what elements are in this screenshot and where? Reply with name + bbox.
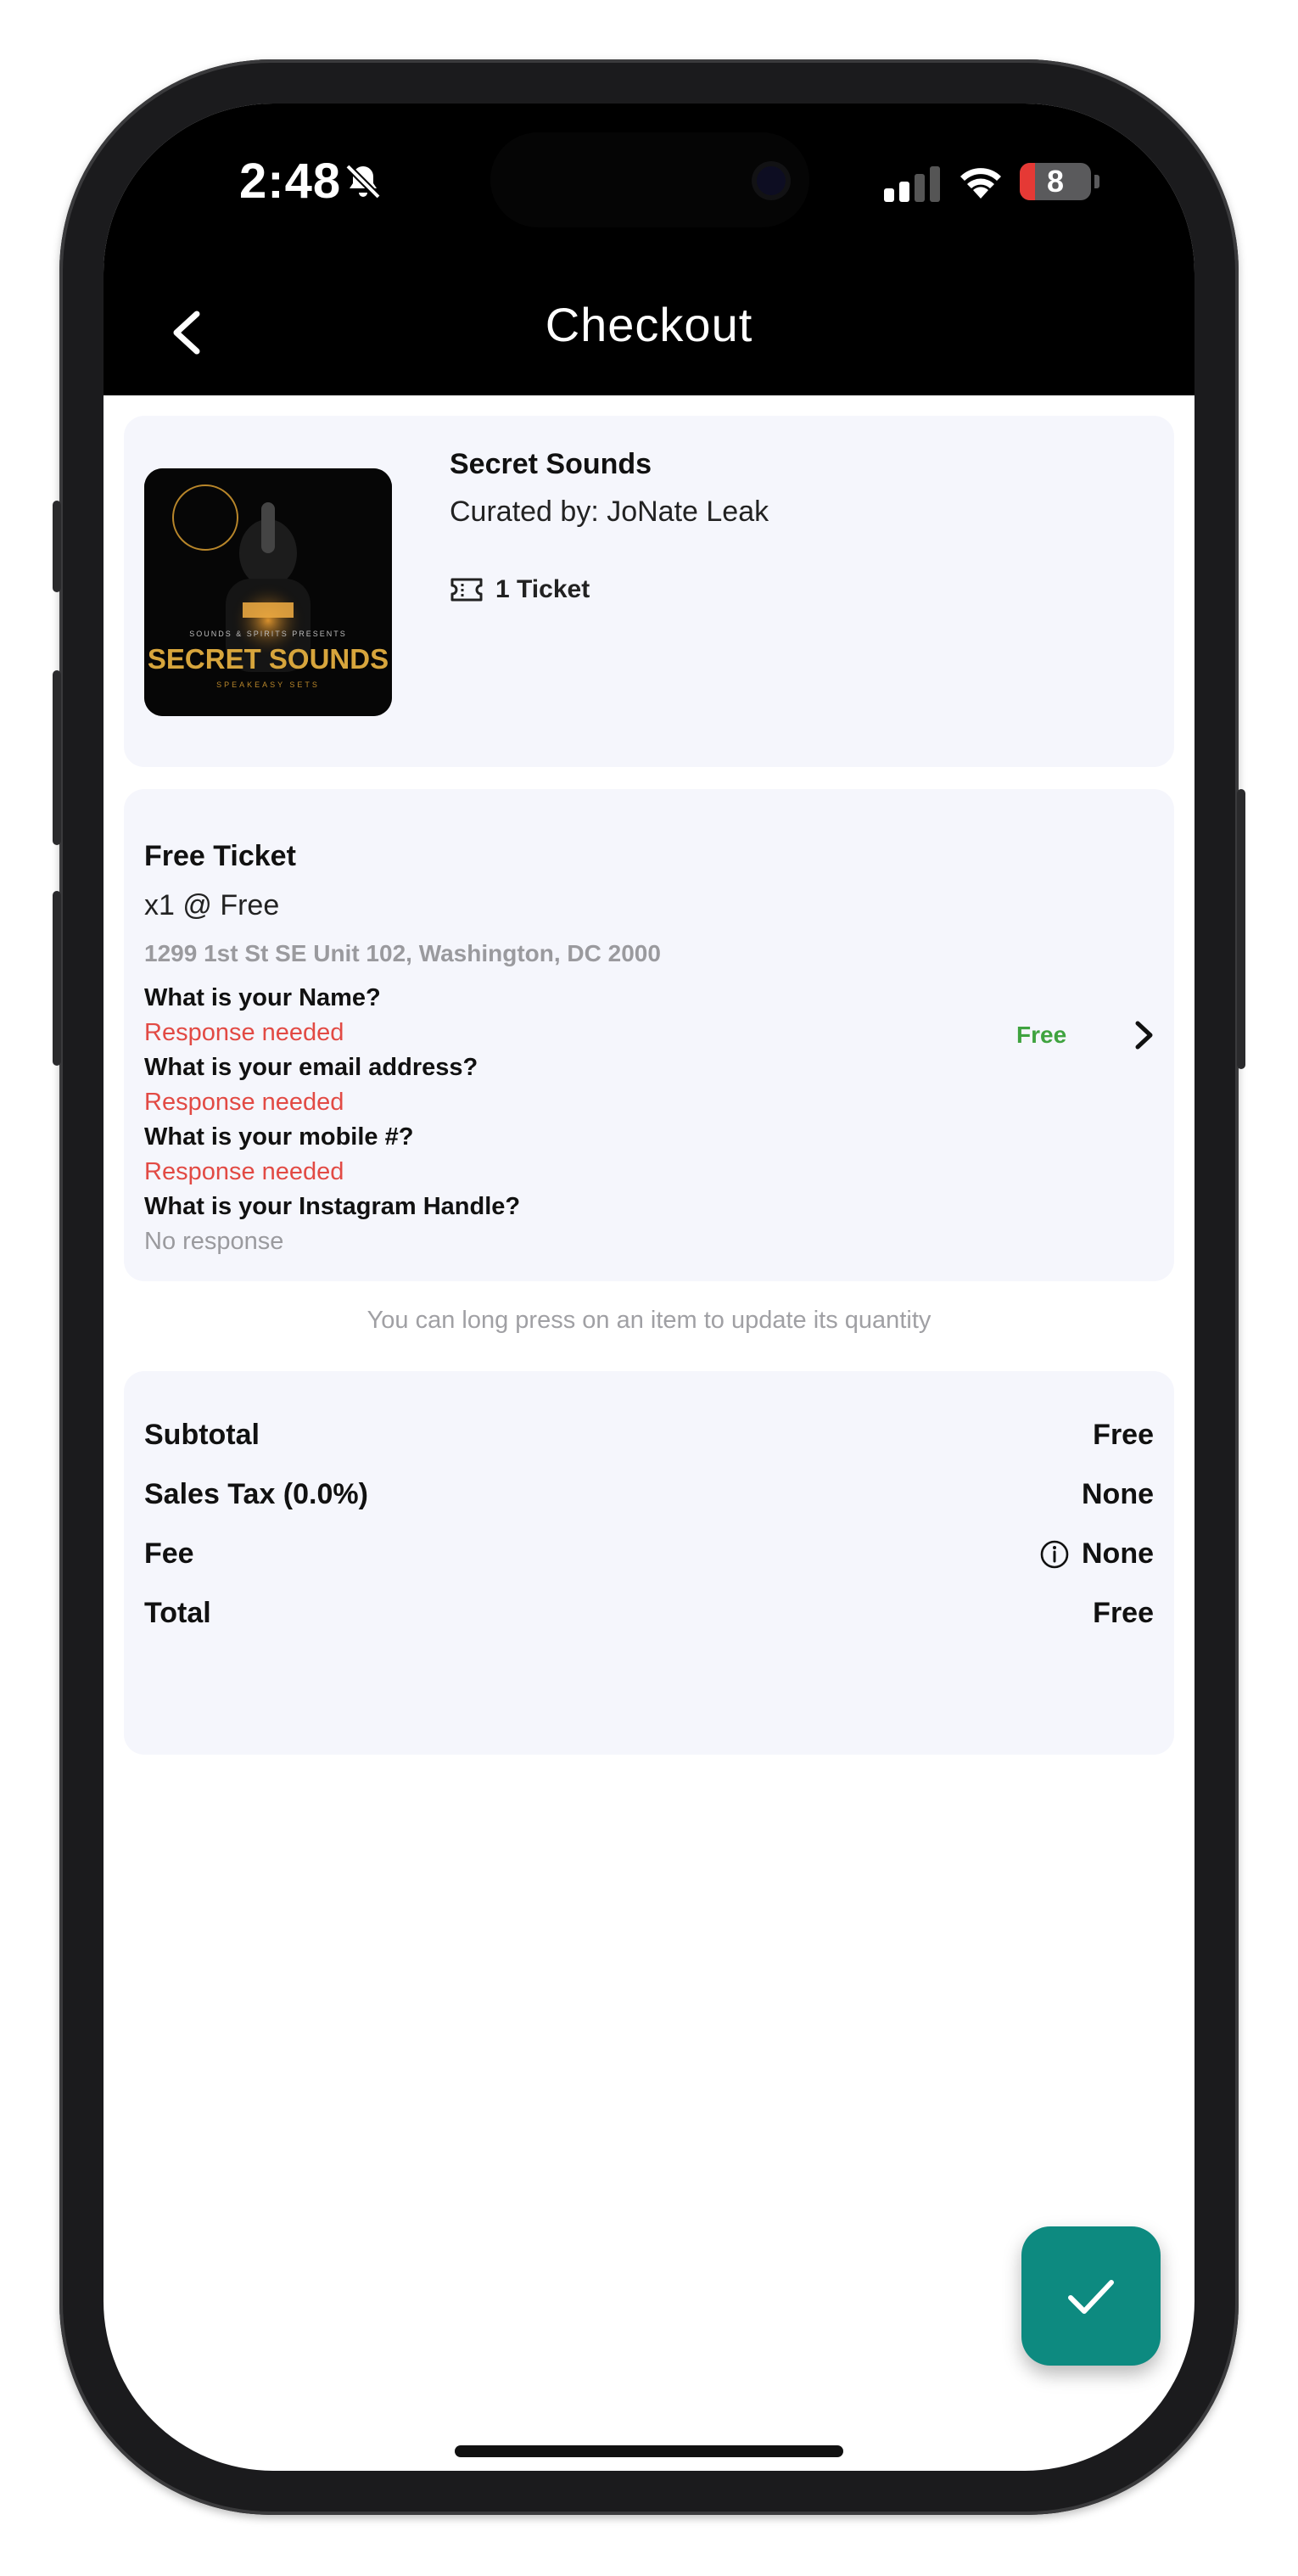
fee-value-group: None bbox=[1039, 1537, 1154, 1571]
summary-total: Total Free bbox=[144, 1597, 1154, 1630]
summary-subtotal: Subtotal Free bbox=[144, 1419, 1154, 1452]
event-card: SOUNDS & SPIRITS PRESENTS SECRET SOUNDS … bbox=[124, 416, 1174, 767]
cellular-signal-icon bbox=[884, 166, 940, 202]
event-curator: Curated by: JoNate Leak bbox=[450, 496, 769, 528]
artwork-presenter: SOUNDS & SPIRITS PRESENTS bbox=[189, 630, 347, 638]
ticket-address: 1299 1st St SE Unit 102, Washington, DC … bbox=[144, 940, 661, 966]
battery-tip bbox=[1094, 175, 1099, 188]
answer-email: Response needed bbox=[144, 1089, 344, 1116]
subtotal-value: Free bbox=[1093, 1419, 1154, 1451]
ticket-title: Free Ticket bbox=[144, 840, 296, 872]
screen: 2:48 8 Checkout SOUNDS & SPIRITS PRESENT… bbox=[104, 104, 1194, 2471]
ticket-details-button[interactable] bbox=[1127, 1018, 1161, 1056]
subtotal-label: Subtotal bbox=[144, 1419, 260, 1451]
bell-muted-icon bbox=[345, 164, 381, 199]
ticket-count-label: 1 Ticket bbox=[495, 575, 590, 603]
ticket-card[interactable]: Free Ticket x1 @ Free 1299 1st St SE Uni… bbox=[124, 789, 1174, 1281]
question-mobile: What is your mobile #? bbox=[144, 1123, 414, 1151]
total-value: Free bbox=[1093, 1597, 1154, 1629]
event-artwork: SOUNDS & SPIRITS PRESENTS SECRET SOUNDS … bbox=[144, 468, 392, 716]
summary-fee: Fee None bbox=[144, 1537, 1154, 1571]
answer-instagram: No response bbox=[144, 1228, 284, 1255]
check-icon bbox=[1068, 2280, 1114, 2314]
ticket-icon bbox=[450, 578, 483, 602]
battery-indicator: 8 bbox=[1020, 163, 1091, 200]
answer-mobile: Response needed bbox=[144, 1158, 344, 1185]
fee-label: Fee bbox=[144, 1537, 194, 1570]
chevron-right-icon bbox=[1135, 1021, 1153, 1050]
top-bar: 2:48 8 Checkout bbox=[104, 104, 1194, 395]
side-button-volume-down bbox=[53, 891, 61, 1066]
order-summary: Subtotal Free Sales Tax (0.0%) None Fee … bbox=[124, 1371, 1174, 1755]
total-label: Total bbox=[144, 1597, 211, 1629]
artwork-title: SECRET SOUNDS bbox=[147, 643, 389, 675]
fee-value: None bbox=[1082, 1537, 1154, 1570]
event-name: Secret Sounds bbox=[450, 448, 652, 480]
artwork-subtitle: SPEAKEASY SETS bbox=[216, 680, 320, 689]
side-button-power bbox=[1237, 789, 1245, 1069]
ticket-price: Free bbox=[1016, 1022, 1067, 1048]
side-button-action bbox=[53, 501, 61, 592]
tax-label: Sales Tax (0.0%) bbox=[144, 1478, 368, 1510]
camera-lens bbox=[757, 166, 786, 195]
ticket-count: 1 Ticket bbox=[450, 575, 590, 604]
question-name: What is your Name? bbox=[144, 984, 381, 1011]
info-icon[interactable] bbox=[1039, 1539, 1070, 1570]
home-indicator[interactable] bbox=[455, 2445, 843, 2457]
artwork-graphic bbox=[144, 468, 392, 716]
wifi-icon bbox=[960, 168, 1001, 199]
question-email: What is your email address? bbox=[144, 1054, 478, 1081]
confirm-checkout-button[interactable] bbox=[1021, 2226, 1161, 2366]
tax-value: None bbox=[1082, 1478, 1154, 1510]
page-title: Checkout bbox=[545, 298, 753, 351]
ticket-quantity: x1 @ Free bbox=[144, 889, 280, 921]
summary-tax: Sales Tax (0.0%) None bbox=[144, 1478, 1154, 1511]
quantity-hint: You can long press on an item to update … bbox=[366, 1307, 932, 1334]
status-time: 2:48 bbox=[239, 154, 342, 209]
battery-level: 8 bbox=[1046, 164, 1065, 199]
side-button-volume-up bbox=[53, 670, 61, 845]
answer-name: Response needed bbox=[144, 1019, 344, 1046]
question-instagram: What is your Instagram Handle? bbox=[144, 1193, 521, 1220]
